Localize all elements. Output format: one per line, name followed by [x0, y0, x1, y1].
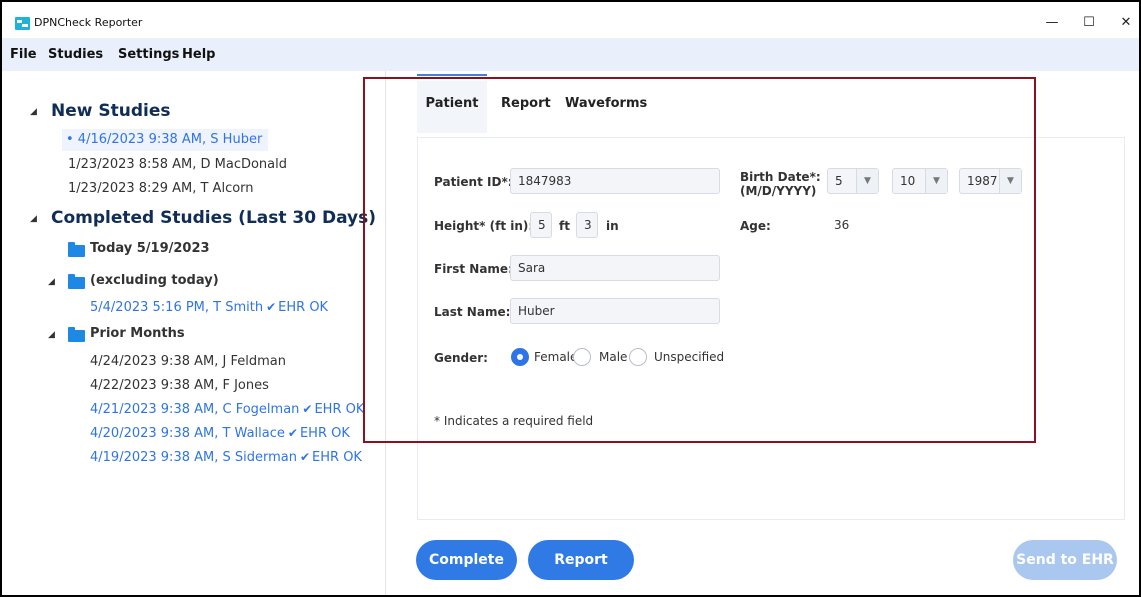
gender-male-radio[interactable] — [573, 348, 591, 366]
birth-date-format: (M/D/YYYY) — [740, 184, 817, 198]
menu-bar: File Studies Settings Help — [2, 38, 1139, 71]
report-button[interactable]: Report — [528, 540, 634, 580]
study-label: 5/4/2023 5:16 PM, T Smith — [90, 300, 264, 315]
study-label: 4/20/2023 9:38 AM, T Wallace — [90, 426, 285, 441]
feet-unit: ft — [559, 219, 570, 233]
collapse-arrow-icon[interactable]: ◢ — [48, 330, 55, 340]
gender-unspecified-radio[interactable] — [629, 348, 647, 366]
inches-unit: in — [606, 219, 619, 233]
folder-today[interactable]: Today 5/19/2023 — [90, 241, 210, 256]
completed-study-item[interactable]: 4/19/2023 9:38 AM, S Siderman ✔ EHR OK — [90, 450, 362, 465]
new-study-item[interactable]: 1/23/2023 8:58 AM, D MacDonald — [68, 157, 287, 172]
required-field-note: * Indicates a required field — [434, 414, 594, 428]
first-name-input[interactable]: Sara — [510, 255, 720, 281]
birth-year-value: 1987 — [967, 174, 998, 188]
birth-year-select[interactable]: 1987 ▼ — [959, 168, 1022, 194]
patient-id-input[interactable]: 1847983 — [510, 168, 720, 194]
studies-sidebar: ◢ New Studies • 4/16/2023 9:38 AM, S Hub… — [2, 71, 386, 595]
app-logo-icon — [15, 17, 30, 30]
new-studies-heading: New Studies — [51, 101, 171, 121]
gender-label: Gender: — [434, 351, 488, 365]
tab-patient[interactable]: Patient — [417, 81, 487, 133]
check-icon: ✔ — [299, 450, 311, 464]
birth-month-value: 5 — [835, 174, 843, 188]
gender-male-label[interactable]: Male — [599, 350, 627, 364]
close-button[interactable]: ✕ — [1117, 14, 1135, 32]
completed-study-item[interactable]: 4/24/2023 9:38 AM, J Feldman — [90, 354, 286, 369]
last-name-label: Last Name: — [434, 305, 511, 319]
menu-file[interactable]: File — [10, 47, 37, 62]
collapse-arrow-icon[interactable]: ◢ — [48, 277, 55, 287]
new-study-item[interactable]: • 4/16/2023 9:38 AM, S Huber — [62, 129, 269, 151]
age-label: Age: — [740, 219, 771, 233]
title-bar: DPNCheck Reporter — ☐ ✕ — [2, 2, 1139, 38]
folder-prior-months[interactable]: Prior Months — [90, 326, 185, 341]
chevron-down-icon: ▼ — [856, 169, 878, 193]
study-label: 4/24/2023 9:38 AM, J Feldman — [90, 354, 286, 369]
ehr-status: EHR OK — [314, 402, 365, 417]
tab-waveforms[interactable]: Waveforms — [565, 81, 647, 133]
folder-icon — [68, 327, 85, 342]
collapse-arrow-icon[interactable]: ◢ — [30, 214, 37, 224]
completed-study-item[interactable]: 5/4/2023 5:16 PM, T Smith ✔ EHR OK — [90, 300, 328, 315]
patient-form: Patient ID*: 1847983 Birth Date*: (M/D/Y… — [417, 137, 1125, 520]
study-detail-pane: Patient Report Waveforms Patient ID*: 18… — [387, 71, 1139, 595]
study-label: 4/19/2023 9:38 AM, S Siderman — [90, 450, 297, 465]
tab-indicator — [417, 74, 487, 76]
ehr-status: EHR OK — [299, 426, 350, 441]
birth-day-value: 10 — [900, 174, 916, 188]
height-inches-input[interactable]: 3 — [576, 212, 598, 238]
chevron-down-icon: ▼ — [999, 169, 1021, 193]
birth-day-select[interactable]: 10 ▼ — [892, 168, 948, 194]
app-window: DPNCheck Reporter — ☐ ✕ File Studies Set… — [2, 2, 1139, 595]
new-study-item[interactable]: 1/23/2023 8:29 AM, T Alcorn — [68, 181, 254, 196]
completed-study-item[interactable]: 4/21/2023 9:38 AM, C Fogelman ✔ EHR OK — [90, 402, 364, 417]
ehr-status: EHR OK — [278, 300, 329, 315]
check-icon: ✔ — [287, 426, 298, 440]
folder-icon — [68, 242, 85, 257]
window-title: DPNCheck Reporter — [34, 16, 143, 29]
completed-studies-heading: Completed Studies (Last 30 Days) — [51, 208, 377, 228]
check-icon: ✔ — [302, 402, 313, 416]
birth-date-label: Birth Date*: — [740, 170, 821, 184]
tab-report[interactable]: Report — [501, 81, 551, 133]
completed-study-item[interactable]: 4/20/2023 9:38 AM, T Wallace ✔ EHR OK — [90, 426, 350, 441]
send-to-ehr-button[interactable]: Send to EHR — [1013, 540, 1117, 580]
first-name-label: First Name: — [434, 262, 513, 276]
completed-study-item[interactable]: 4/22/2023 9:38 AM, F Jones — [90, 378, 269, 393]
gender-female-label[interactable]: Female — [534, 350, 577, 364]
height-feet-input[interactable]: 5 — [530, 212, 552, 238]
study-label: 4/22/2023 9:38 AM, F Jones — [90, 378, 269, 393]
ehr-status: EHR OK — [312, 450, 362, 465]
folder-icon — [68, 274, 85, 289]
collapse-arrow-icon[interactable]: ◢ — [30, 107, 37, 117]
tab-bar: Patient Report Waveforms — [417, 81, 1009, 133]
menu-studies[interactable]: Studies — [48, 47, 103, 62]
last-name-input[interactable]: Huber — [510, 298, 720, 324]
minimize-button[interactable]: — — [1043, 14, 1061, 32]
gender-unspecified-label[interactable]: Unspecified — [654, 350, 724, 364]
menu-help[interactable]: Help — [182, 47, 215, 62]
check-icon: ✔ — [266, 300, 277, 314]
study-label: 4/21/2023 9:38 AM, C Fogelman — [90, 402, 300, 417]
chevron-down-icon: ▼ — [925, 169, 947, 193]
complete-button[interactable]: Complete — [416, 540, 517, 580]
age-value: 36 — [834, 218, 850, 232]
folder-excluding-today[interactable]: (excluding today) — [90, 273, 219, 288]
gender-female-radio[interactable] — [511, 348, 529, 366]
height-label: Height* (ft in): — [434, 219, 534, 233]
birth-month-select[interactable]: 5 ▼ — [827, 168, 879, 194]
maximize-button[interactable]: ☐ — [1080, 14, 1098, 32]
menu-settings[interactable]: Settings — [118, 47, 179, 62]
patient-id-label: Patient ID*: — [434, 175, 513, 189]
